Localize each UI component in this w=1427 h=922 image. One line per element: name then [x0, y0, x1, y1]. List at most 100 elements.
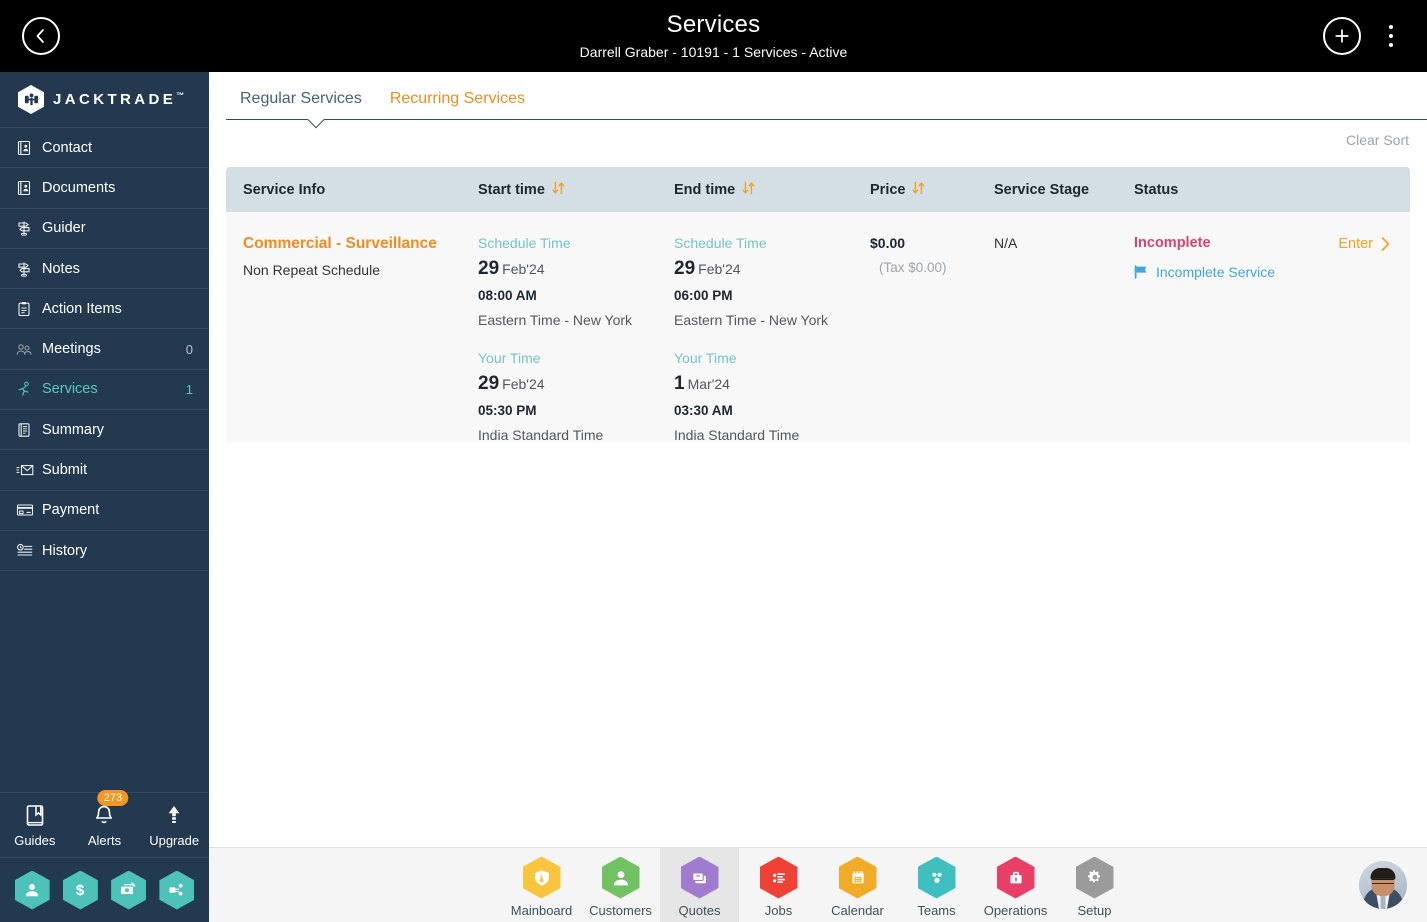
bottom-nav-jobs[interactable]: Jobs: [739, 848, 818, 922]
user-avatar-wrapper: [1359, 861, 1407, 909]
quotes-icon: [680, 856, 719, 899]
sort-icon[interactable]: [742, 181, 755, 199]
add-button[interactable]: [1323, 17, 1361, 55]
sidebar-item-label: History: [42, 542, 88, 559]
sidebar-item-meetings[interactable]: Meetings 0: [0, 329, 209, 370]
bottom-nav-teams[interactable]: Teams: [897, 848, 976, 922]
date-month: Feb'24: [502, 376, 545, 392]
column-header-start-time[interactable]: Start time: [478, 167, 674, 212]
sidebar-item-action-items[interactable]: Action Items: [0, 289, 209, 330]
jacktrade-hex-icon: [18, 85, 44, 114]
guides-button[interactable]: Guides: [4, 802, 66, 848]
bottom-nav-setup[interactable]: Setup: [1055, 848, 1134, 922]
date-day: 1: [674, 373, 685, 394]
plus-icon: [1335, 29, 1349, 43]
up-arrow-icon: [143, 802, 205, 830]
date-day: 29: [674, 258, 696, 279]
sidebar-item-payment[interactable]: Payment: [0, 491, 209, 531]
calendar-icon: [838, 856, 877, 899]
overflow-menu-button[interactable]: [1379, 20, 1403, 52]
signpost-icon: [16, 261, 40, 277]
sidebar-item-submit[interactable]: Submit: [0, 450, 209, 491]
cell-service-stage: N/A: [994, 212, 1134, 443]
column-header-service-info[interactable]: Service Info: [226, 167, 478, 212]
main-content: Regular Services Recurring Services Clea…: [209, 72, 1427, 847]
incomplete-service-label: Incomplete Service: [1156, 264, 1276, 280]
quick-action-person[interactable]: [14, 870, 50, 910]
end-schedule-time-block: Schedule Time 29 Feb'24 06:00 PM Eastern …: [674, 235, 870, 328]
active-tab-caret: [305, 119, 327, 130]
bottom-nav-operations[interactable]: Operations: [976, 848, 1055, 922]
sidebar-item-summary[interactable]: Summary: [0, 410, 209, 451]
bottom-nav-label: Customers: [589, 902, 652, 918]
sort-icon[interactable]: [552, 181, 565, 199]
column-label: Service Info: [243, 181, 326, 198]
enter-button[interactable]: Enter: [1338, 236, 1392, 252]
money-exchange-icon: [121, 882, 136, 894]
upgrade-button[interactable]: Upgrade: [143, 802, 205, 848]
your-time-label: Your Time: [674, 350, 737, 366]
bottom-nav-quotes[interactable]: Quotes: [660, 847, 739, 922]
alerts-button[interactable]: 273 Alerts: [73, 790, 135, 848]
sidebar-item-contact[interactable]: Contact: [0, 128, 209, 169]
alerts-label: Alerts: [87, 833, 122, 848]
chevron-left-icon: [36, 29, 44, 43]
book-bookmark-icon: [4, 802, 66, 830]
sidebar-item-label: Guider: [42, 220, 86, 237]
trademark-symbol: ™: [176, 91, 185, 100]
your-time-label: Your Time: [478, 350, 541, 366]
briefcase-icon: [996, 856, 1035, 899]
incomplete-service-link[interactable]: Incomplete Service: [1134, 264, 1304, 280]
table-row[interactable]: Commercial - Surveillance Non Repeat Sch…: [226, 212, 1410, 443]
left-sidebar: JACKTRADE™ Contact Documents Guider Note…: [0, 72, 209, 922]
shield-icon: [522, 856, 561, 899]
bottom-nav-label: Calendar: [831, 902, 884, 918]
table-head: Service Info Start time End time Price S…: [226, 167, 1410, 212]
back-button[interactable]: [22, 17, 60, 55]
tab-recurring-services[interactable]: Recurring Services: [376, 72, 539, 116]
gear-icon: [1075, 856, 1114, 899]
sidebar-item-label: Payment: [42, 502, 100, 519]
your-date: 1 Mar'24: [674, 373, 870, 395]
sidebar-item-services[interactable]: Services 1: [0, 370, 209, 411]
date-day: 29: [478, 373, 500, 394]
bottom-nav-label: Setup: [1077, 902, 1112, 918]
column-label: Status: [1134, 181, 1179, 198]
sidebar-item-guider[interactable]: Guider: [0, 209, 209, 249]
clear-sort-button[interactable]: Clear Sort: [1346, 132, 1409, 148]
service-title-link[interactable]: Commercial - Surveillance: [243, 235, 478, 253]
sidebar-item-history[interactable]: History: [0, 531, 209, 572]
svg-text:$: $: [76, 882, 85, 899]
sidebar-item-label: Submit: [42, 462, 88, 479]
sidebar-item-notes[interactable]: Notes: [0, 249, 209, 290]
bottom-nav-calendar[interactable]: Calendar: [818, 848, 897, 922]
bottom-nav-label: Teams: [917, 902, 956, 918]
services-table-wrapper: Service Info Start time End time Price S…: [226, 167, 1410, 443]
quick-action-dollar[interactable]: $: [62, 870, 98, 910]
sort-icon[interactable]: [912, 181, 925, 199]
bottom-nav-label: Operations: [983, 902, 1048, 918]
bottom-nav-customers[interactable]: Customers: [581, 848, 660, 922]
document-icon: [16, 180, 40, 196]
bottom-navigation-bar: Mainboard Customers Quotes Jobs Calendar…: [209, 847, 1427, 922]
sidebar-tools: Guides 273 Alerts Upgrade: [0, 790, 209, 858]
sidebar-item-count: 0: [185, 341, 193, 357]
start-schedule-time-block: Schedule Time 29 Feb'24 08:00 AM Eastern …: [478, 235, 674, 328]
sidebar-item-label: Action Items: [42, 300, 122, 317]
price-value: $0.00: [870, 235, 906, 251]
avatar[interactable]: [1359, 861, 1407, 909]
sidebar-item-label: Services: [42, 381, 98, 398]
sidebar-item-documents[interactable]: Documents: [0, 168, 209, 209]
column-header-price[interactable]: Price: [870, 167, 994, 212]
clear-sort-row: Clear Sort: [209, 120, 1427, 160]
quick-action-workflow[interactable]: [159, 870, 195, 910]
list-icon: [759, 856, 798, 899]
brand-logo[interactable]: JACKTRADE™: [0, 72, 209, 128]
payment-card-icon: [16, 502, 40, 518]
cell-status: Incomplete Incomplete Service: [1134, 212, 1304, 443]
bottom-nav-mainboard[interactable]: Mainboard: [502, 848, 581, 922]
bottom-nav-label: Jobs: [764, 902, 793, 918]
column-header-end-time[interactable]: End time: [674, 167, 870, 212]
tab-regular-services[interactable]: Regular Services: [226, 72, 376, 116]
quick-action-money-exchange[interactable]: [111, 870, 147, 910]
